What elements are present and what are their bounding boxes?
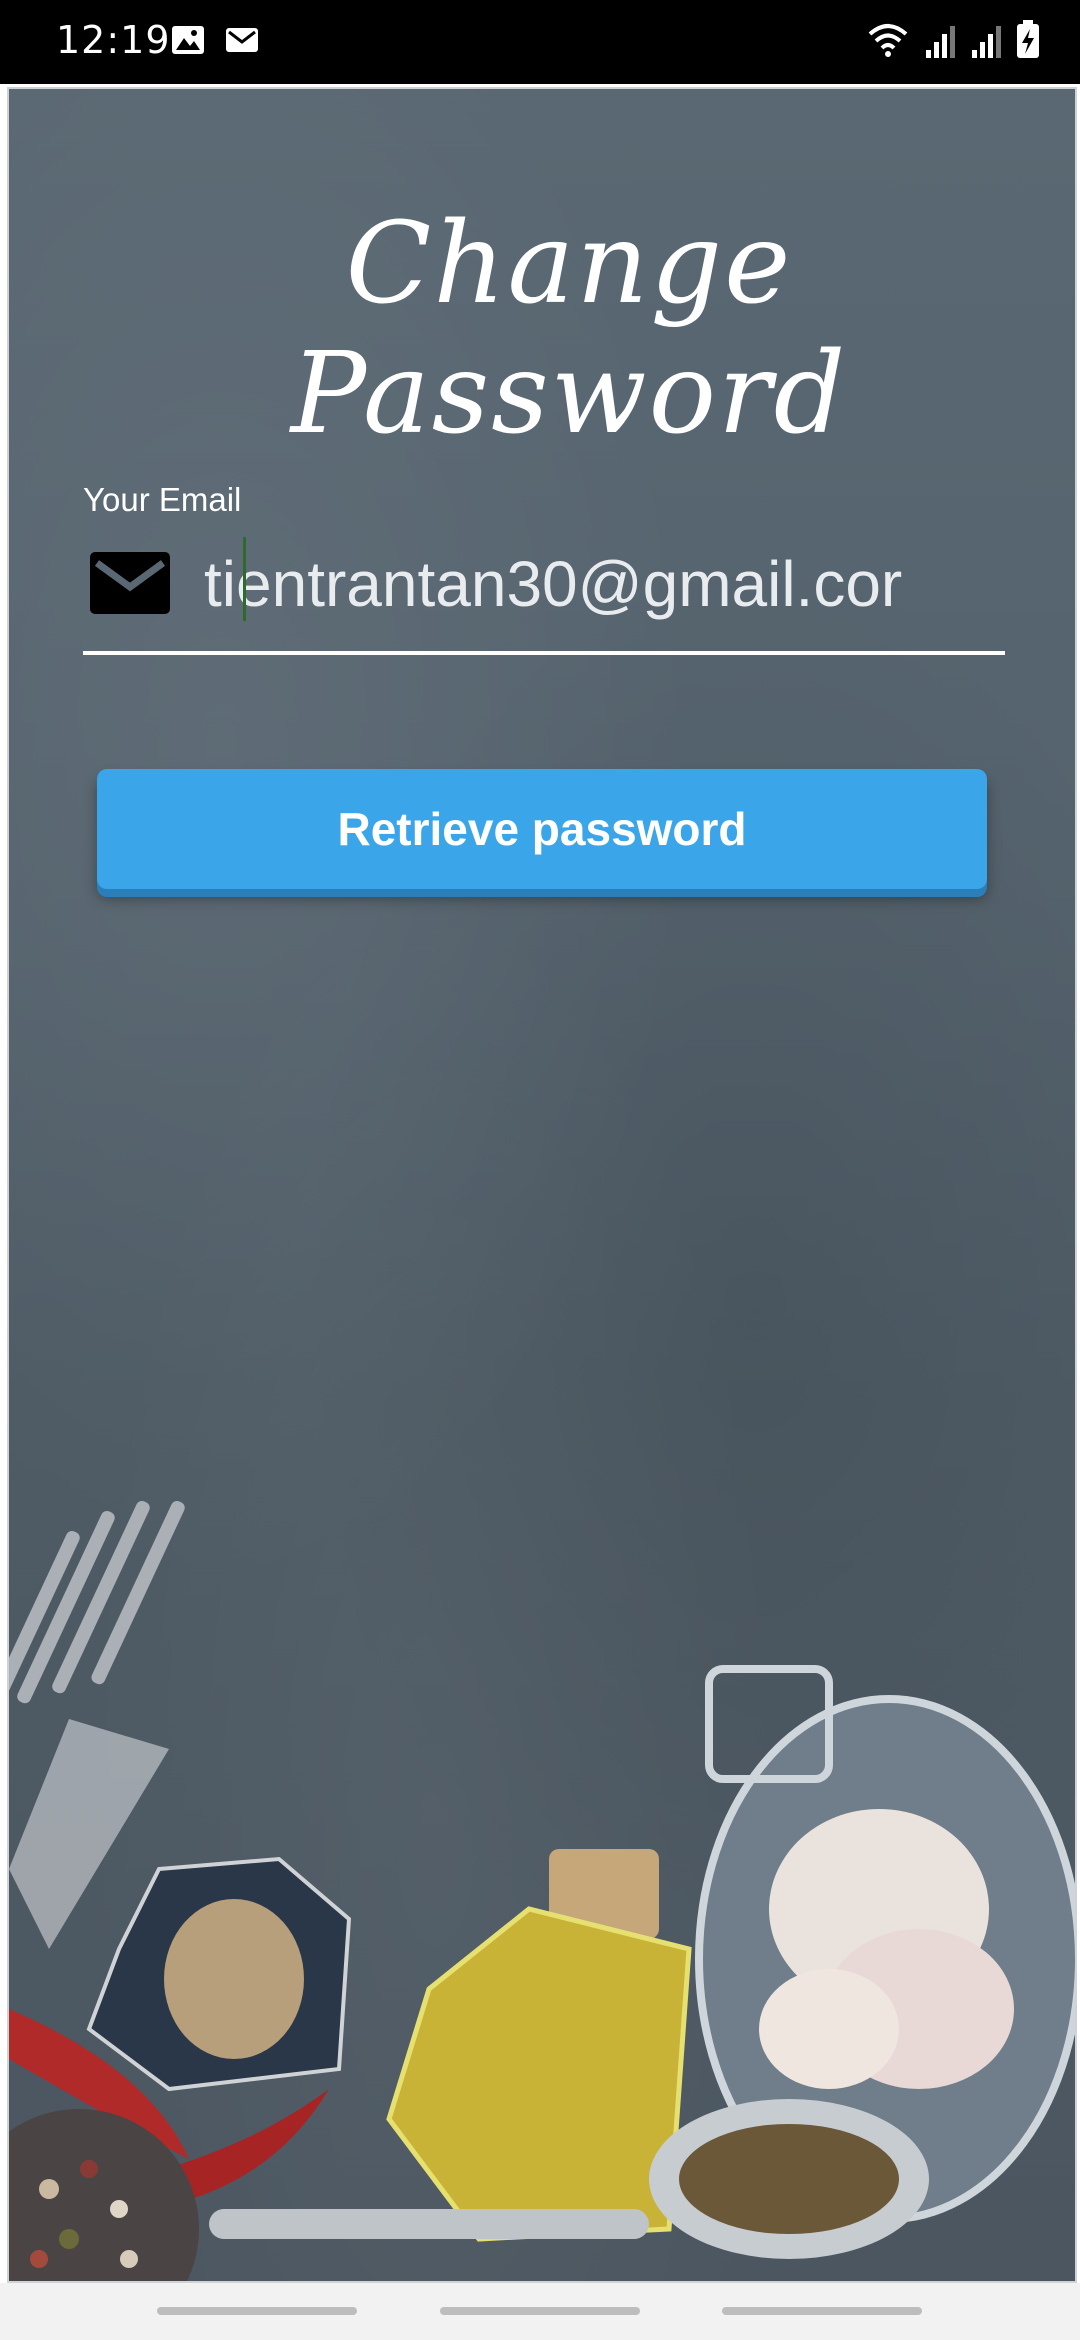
nav-recent-apps-button[interactable] (157, 2307, 357, 2315)
email-underline (83, 651, 1005, 655)
title-area: Change Password (109, 129, 1029, 459)
background-illustration (9, 1500, 1075, 2281)
nav-back-button[interactable] (722, 2307, 922, 2315)
image-icon (170, 24, 206, 61)
page-title: Change Password (290, 199, 848, 459)
system-icons (866, 20, 1040, 65)
status-time: 12:19 (56, 18, 171, 62)
email-label: Your Email (83, 481, 242, 518)
signal-icon (970, 24, 1002, 65)
spice-jar-icon (86, 1856, 352, 2092)
wifi-icon (866, 20, 910, 65)
change-password-screen: Change Password Your Email Retrieve pass… (7, 87, 1077, 2283)
oil-bottle-icon (386, 1849, 692, 2242)
mail-icon (224, 24, 260, 61)
signal-icon (924, 24, 956, 65)
email-input[interactable] (204, 544, 1004, 624)
battery-charging-icon (1016, 20, 1040, 65)
navigation-bar (0, 2283, 1080, 2340)
text-cursor (243, 537, 246, 621)
mail-icon (89, 551, 171, 615)
notification-icons (170, 24, 260, 61)
retrieve-password-button[interactable]: Retrieve password (97, 769, 987, 889)
nav-home-button[interactable] (440, 2307, 640, 2315)
status-bar: 12:19 (0, 0, 1080, 84)
